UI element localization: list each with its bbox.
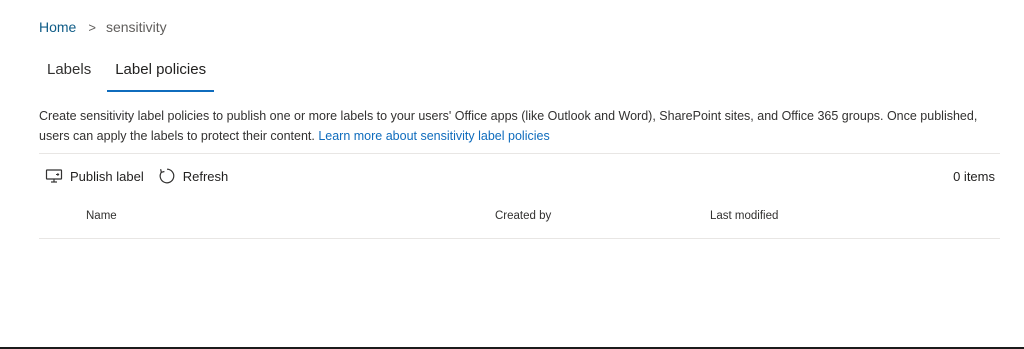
publish-icon xyxy=(45,169,63,183)
page-description: Create sensitivity label policies to pub… xyxy=(39,106,999,146)
learn-more-link[interactable]: Learn more about sensitivity label polic… xyxy=(318,129,549,143)
tab-label-policies[interactable]: Label policies xyxy=(107,60,215,92)
breadcrumb-current: sensitivity xyxy=(105,19,167,35)
publish-label-button[interactable]: Publish label xyxy=(45,168,144,184)
items-count: 0 items xyxy=(953,168,995,184)
column-header-last-modified[interactable]: Last modified xyxy=(710,210,778,222)
table-header-divider xyxy=(39,238,1000,239)
table-header: Name Created by Last modified xyxy=(39,210,1000,226)
command-bar: Publish label Refresh 0 items xyxy=(45,165,995,187)
publish-label-text: Publish label xyxy=(70,168,144,184)
breadcrumb: Home > sensitivity xyxy=(39,19,167,35)
refresh-text: Refresh xyxy=(182,168,229,184)
page: Home > sensitivity Labels Label policies… xyxy=(0,0,1024,349)
breadcrumb-separator: > xyxy=(88,19,96,35)
refresh-button[interactable]: Refresh xyxy=(158,167,229,185)
breadcrumb-home-link[interactable]: Home xyxy=(39,19,76,35)
tab-labels[interactable]: Labels xyxy=(39,60,99,92)
toolbar-top-divider xyxy=(39,153,1000,154)
column-header-created-by[interactable]: Created by xyxy=(495,210,551,222)
column-header-name[interactable]: Name xyxy=(86,210,117,222)
refresh-icon xyxy=(159,168,175,184)
tab-bar: Labels Label policies xyxy=(39,60,215,94)
